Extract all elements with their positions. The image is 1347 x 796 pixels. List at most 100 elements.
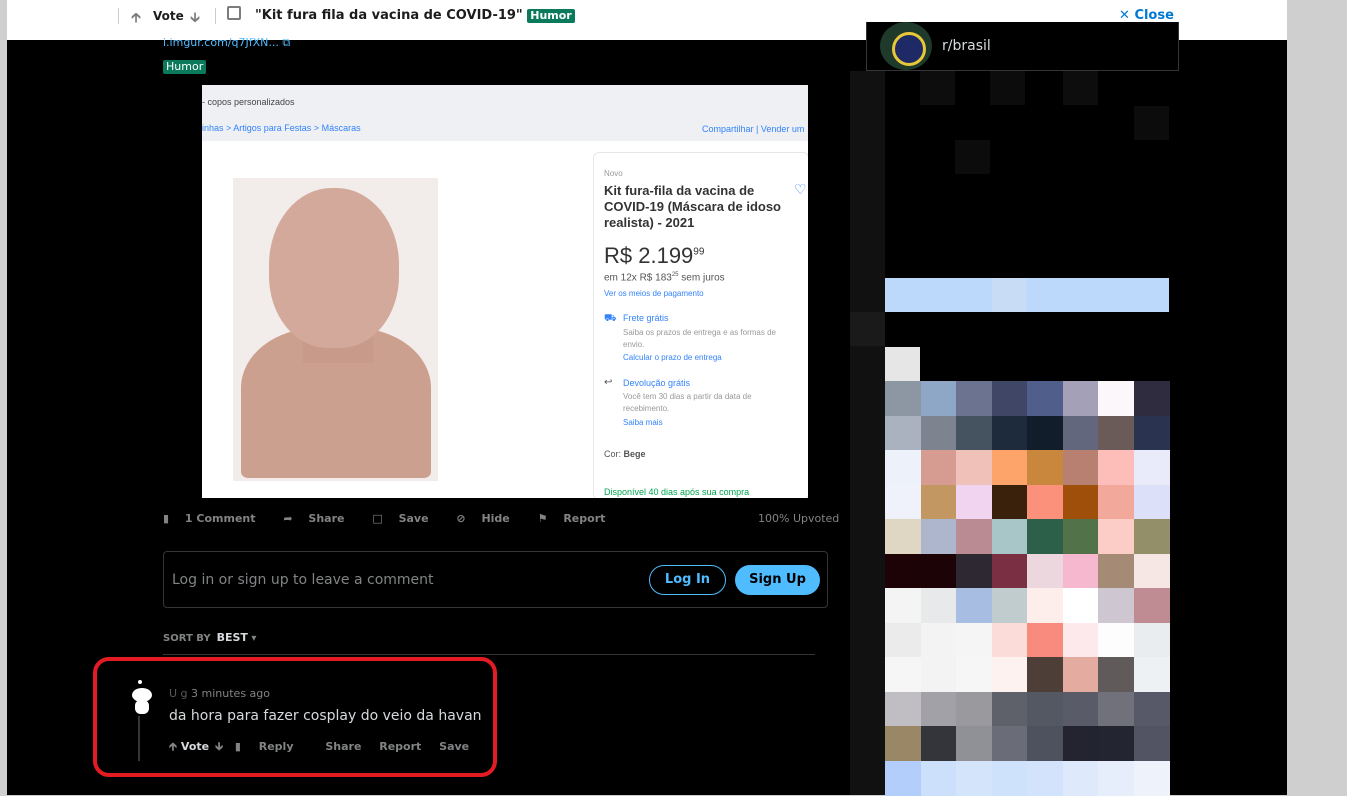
mosaic-tile (1027, 415, 1063, 451)
mosaic-tile (885, 347, 920, 381)
close-button[interactable]: ✕ Close (1119, 8, 1174, 23)
hide-button[interactable]: ⊘ Hide (456, 512, 521, 525)
mosaic-tile (1133, 588, 1170, 623)
share-button[interactable]: ➦ Share (283, 512, 356, 525)
comment-icon: ▮ (163, 512, 170, 525)
login-prompt-text: Log in or sign up to leave a comment (172, 572, 434, 588)
mosaic-tile (990, 71, 1025, 105)
close-icon: ✕ (1119, 8, 1130, 23)
mosaic-tile (1062, 588, 1099, 623)
mosaic-tile (885, 726, 921, 761)
thread-line[interactable] (138, 716, 140, 761)
mosaic-tile (1027, 760, 1063, 796)
subreddit-icon[interactable] (880, 22, 932, 70)
mosaic-tile (885, 622, 921, 658)
upvote-arrow-icon[interactable]: 🡱 (131, 7, 141, 31)
mosaic-tile (885, 484, 921, 520)
save-button[interactable]: □ Save (372, 512, 440, 525)
mosaic-tile (1133, 484, 1170, 520)
mask-photo (233, 178, 438, 481)
mosaic-tile (956, 415, 992, 451)
mosaic-tile (991, 588, 1028, 623)
mosaic-tile (920, 657, 957, 692)
mosaic-tile (1027, 657, 1063, 692)
mosaic-tile (991, 760, 1028, 796)
mosaic-tile (1133, 381, 1170, 416)
mosaic-tile (1062, 484, 1099, 520)
mosaic-tile (885, 588, 921, 623)
mosaic-tile (1098, 726, 1134, 761)
post-actions: ▮ 1 Comment ➦ Share □ Save ⊘ Hide ⚑ Repo… (163, 512, 629, 525)
comment-author: U g 3 minutes ago (169, 687, 271, 700)
mosaic-tile (1062, 622, 1099, 658)
upvote-arrow-icon[interactable]: 🡱 (169, 740, 177, 753)
mosaic-tile (850, 312, 885, 346)
mosaic-tile (1062, 415, 1099, 451)
mosaic-tile (1098, 622, 1134, 658)
upvote-ratio: 100% Upvoted (758, 512, 840, 525)
topbar-divider (215, 8, 216, 24)
mosaic-tile (1063, 71, 1098, 105)
mosaic-tile (1027, 553, 1063, 589)
mosaic-tile (920, 415, 957, 451)
mosaic-tile (991, 622, 1028, 658)
mosaic-tile (1098, 381, 1134, 416)
signup-button[interactable]: Sign Up (735, 565, 820, 595)
comment-report-button[interactable]: Report (379, 740, 421, 753)
mosaic-tile (920, 381, 957, 416)
reply-button[interactable]: ▮ Reply (235, 740, 308, 753)
flag-icon: ⚑ (537, 512, 548, 525)
post-link[interactable]: i.imgur.com/q7JfXN... ⧉ (163, 36, 290, 50)
mosaic-tile (1027, 622, 1063, 658)
mosaic-tile (920, 588, 957, 623)
login-button[interactable]: Log In (649, 565, 726, 595)
mosaic-tile (956, 657, 992, 692)
mosaic-tile (920, 691, 957, 727)
mosaic-tile (1134, 106, 1169, 140)
post-flair[interactable]: Humor (527, 9, 575, 23)
comments-button[interactable]: ▮ 1 Comment (163, 512, 268, 525)
mosaic-tile (1133, 450, 1170, 485)
mosaic-tile (1098, 484, 1134, 520)
comment-save-button[interactable]: Save (439, 740, 469, 753)
comment-share-button[interactable]: Share (325, 740, 361, 753)
post-flair-inline[interactable]: Humor (163, 60, 207, 74)
post-image[interactable]: - copos personalizados inhas > Artigos p… (202, 85, 808, 498)
report-button[interactable]: ⚑ Report (538, 512, 618, 525)
mosaic-tile (1098, 657, 1134, 692)
external-link-icon: ⧉ (282, 36, 291, 49)
mosaic-tile (1062, 519, 1099, 554)
mosaic-tile (1133, 519, 1170, 554)
mosaic-tile (885, 519, 921, 554)
mosaic-tile (920, 484, 957, 520)
mosaic-tile (885, 415, 921, 451)
mosaic-tile (991, 691, 1028, 727)
mosaic-tile (955, 140, 990, 174)
vote-label: Vote (153, 9, 184, 23)
mosaic-tile (956, 622, 992, 658)
comment-body: da hora para fazer cosplay do veio da ha… (169, 708, 482, 724)
mosaic-tile (1062, 726, 1099, 761)
mosaic-tile (920, 726, 957, 761)
mosaic-tile (920, 553, 957, 589)
mosaic-tile (991, 381, 1028, 416)
mosaic-tile (1027, 588, 1063, 623)
mosaic-tile (991, 519, 1028, 554)
sort-dropdown[interactable]: SORT BY BEST ▾ (163, 631, 256, 644)
downvote-arrow-icon[interactable]: 🡳 (215, 740, 223, 753)
mosaic-tile (1098, 415, 1134, 451)
subreddit-name[interactable]: r/brasil (942, 38, 991, 54)
mosaic-tile (1027, 519, 1063, 554)
mosaic-tile (1098, 553, 1134, 589)
snoo-avatar-icon[interactable] (130, 680, 154, 714)
mosaic-tile (1062, 553, 1099, 589)
post-title: "Kit fura fila da vacina de COVID-19" Hu… (255, 8, 575, 23)
caret-down-icon: ▾ (251, 633, 257, 644)
comment-timestamp[interactable]: 3 minutes ago (191, 687, 270, 700)
comment-icon: ▮ (234, 740, 241, 753)
downvote-arrow-icon[interactable]: 🡳 (190, 7, 200, 31)
pixelated-strip (850, 71, 885, 795)
mosaic-tile (1098, 519, 1134, 554)
return-icon: ↩ (604, 377, 613, 388)
mosaic-tile (885, 553, 921, 589)
